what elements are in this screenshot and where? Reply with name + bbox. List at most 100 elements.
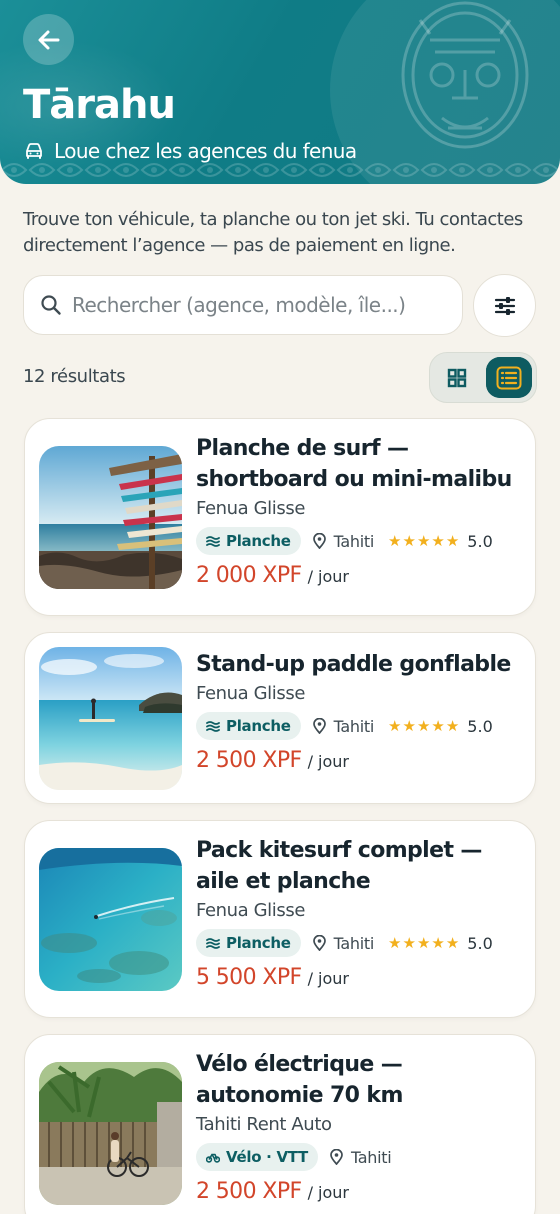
star-icon: ★ bbox=[431, 532, 445, 550]
listing-meta: Vélo · VTT Tahiti bbox=[196, 1143, 521, 1171]
listing-location: Tahiti bbox=[312, 933, 375, 953]
listing-meta: Planche Tahiti ★ ★ ★ ★ ★ 5.0 bbox=[196, 929, 521, 957]
filter-button[interactable] bbox=[473, 274, 536, 337]
star-icon: ★ bbox=[388, 717, 402, 735]
location-label: Tahiti bbox=[333, 933, 375, 953]
list-icon bbox=[496, 366, 522, 389]
star-icon: ★ bbox=[402, 717, 416, 735]
sliders-icon bbox=[494, 296, 515, 315]
location-label: Tahiti bbox=[333, 716, 375, 736]
star-icon: ★ bbox=[445, 532, 460, 550]
listing-card[interactable]: Stand-up paddle gonflable Fenua Glisse P… bbox=[24, 632, 536, 804]
bike-icon bbox=[206, 1153, 220, 1163]
listing-card[interactable]: Vélo électrique — autonomie 70 km Tahiti… bbox=[24, 1034, 536, 1214]
rating-stars: ★ ★ ★ ★ ★ bbox=[388, 936, 459, 951]
rating-value: 5.0 bbox=[467, 531, 493, 551]
price-row: 2 000 XPF / jour bbox=[196, 563, 521, 588]
star-icon: ★ bbox=[402, 934, 416, 952]
listing-location: Tahiti bbox=[312, 531, 375, 551]
rating-value: 5.0 bbox=[467, 716, 493, 736]
app-title: Tārahu bbox=[23, 82, 176, 128]
map-pin-icon bbox=[312, 935, 326, 951]
rating-value: 5.0 bbox=[467, 933, 493, 953]
listing-price: 2 000 XPF bbox=[196, 563, 302, 588]
star-icon: ★ bbox=[431, 717, 445, 735]
map-pin-icon bbox=[312, 533, 326, 549]
waves-icon bbox=[206, 721, 220, 732]
price-row: 2 500 XPF / jour bbox=[196, 1179, 521, 1204]
star-icon: ★ bbox=[388, 934, 402, 952]
listing-title: Planche de surf — shortboard ou mini-mal… bbox=[196, 436, 512, 492]
listing-title: Stand-up paddle gonflable bbox=[196, 652, 511, 677]
category-label: Planche bbox=[226, 934, 291, 952]
star-icon: ★ bbox=[416, 934, 431, 952]
location-label: Tahiti bbox=[350, 1147, 392, 1167]
star-icon: ★ bbox=[388, 532, 402, 550]
listing-card[interactable]: Planche de surf — shortboard ou mini-mal… bbox=[24, 418, 536, 616]
star-icon: ★ bbox=[416, 532, 431, 550]
rating-stars: ★ ★ ★ ★ ★ bbox=[388, 719, 459, 734]
search-icon bbox=[41, 295, 61, 315]
listing-price: 5 500 XPF bbox=[196, 965, 302, 990]
listing-info: Stand-up paddle gonflable Fenua Glisse P… bbox=[196, 649, 521, 773]
listing-info: Vélo électrique — autonomie 70 km Tahiti… bbox=[196, 1049, 521, 1204]
header-subtitle-text: Loue chez les agences du fenua bbox=[54, 139, 357, 163]
listing-info: Pack kitesurf complet — aile et planche … bbox=[196, 835, 521, 990]
listing-info: Planche de surf — shortboard ou mini-mal… bbox=[196, 433, 521, 588]
results-count: 12 résultats bbox=[23, 366, 126, 387]
star-icon: ★ bbox=[445, 717, 460, 735]
map-pin-icon bbox=[330, 1149, 343, 1165]
listing-price: 2 500 XPF bbox=[196, 1179, 302, 1204]
list-view-button[interactable] bbox=[486, 357, 532, 398]
category-label: Planche bbox=[226, 717, 291, 735]
rating-stars: ★ ★ ★ ★ ★ bbox=[388, 534, 459, 549]
listing-image bbox=[39, 1062, 182, 1205]
listing-agency: Tahiti Rent Auto bbox=[196, 1114, 332, 1135]
listing-title: Pack kitesurf complet — aile et planche bbox=[196, 838, 482, 894]
price-unit: / jour bbox=[307, 567, 350, 586]
category-badge: Planche bbox=[196, 527, 301, 555]
star-icon: ★ bbox=[416, 717, 431, 735]
star-icon: ★ bbox=[445, 934, 460, 952]
price-row: 2 500 XPF / jour bbox=[196, 748, 521, 773]
star-icon: ★ bbox=[431, 934, 445, 952]
price-row: 5 500 XPF / jour bbox=[196, 965, 521, 990]
header-subtitle: Loue chez les agences du fenua bbox=[24, 139, 357, 163]
view-toggle bbox=[429, 352, 537, 403]
star-icon: ★ bbox=[402, 532, 416, 550]
waves-icon bbox=[206, 536, 220, 547]
grid-icon bbox=[447, 368, 467, 387]
back-button[interactable] bbox=[23, 14, 74, 65]
map-pin-icon bbox=[312, 718, 326, 734]
listing-meta: Planche Tahiti ★ ★ ★ ★ ★ 5.0 bbox=[196, 712, 521, 740]
listing-meta: Planche Tahiti ★ ★ ★ ★ ★ 5.0 bbox=[196, 527, 521, 555]
price-unit: / jour bbox=[307, 1183, 350, 1202]
listing-agency: Fenua Glisse bbox=[196, 498, 305, 519]
listing-agency: Fenua Glisse bbox=[196, 683, 305, 704]
intro-text: Trouve ton véhicule, ta planche ou ton j… bbox=[23, 209, 523, 256]
listing-card[interactable]: Pack kitesurf complet — aile et planche … bbox=[24, 820, 536, 1018]
grid-view-button[interactable] bbox=[434, 357, 480, 398]
listing-location: Tahiti bbox=[312, 716, 375, 736]
listing-location: Tahiti bbox=[330, 1147, 392, 1167]
app-header: Tārahu Loue chez les agences du fenua bbox=[0, 0, 560, 184]
listing-title: Vélo électrique — autonomie 70 km bbox=[196, 1052, 403, 1108]
car-icon bbox=[26, 143, 42, 159]
listing-price: 2 500 XPF bbox=[196, 748, 302, 773]
price-unit: / jour bbox=[307, 752, 350, 771]
listing-image bbox=[39, 446, 182, 589]
category-badge: Planche bbox=[196, 929, 301, 957]
price-unit: / jour bbox=[307, 969, 350, 988]
location-label: Tahiti bbox=[333, 531, 375, 551]
category-badge: Vélo · VTT bbox=[196, 1143, 318, 1171]
arrow-left-icon bbox=[38, 30, 59, 49]
listing-agency: Fenua Glisse bbox=[196, 900, 305, 921]
tiki-mask-icon bbox=[401, 1, 529, 149]
listing-image bbox=[39, 647, 182, 790]
listing-image bbox=[39, 848, 182, 991]
search-bar[interactable] bbox=[23, 275, 463, 335]
search-input[interactable] bbox=[72, 293, 452, 317]
category-label: Vélo · VTT bbox=[226, 1148, 308, 1166]
category-badge: Planche bbox=[196, 712, 301, 740]
waves-icon bbox=[206, 938, 220, 949]
